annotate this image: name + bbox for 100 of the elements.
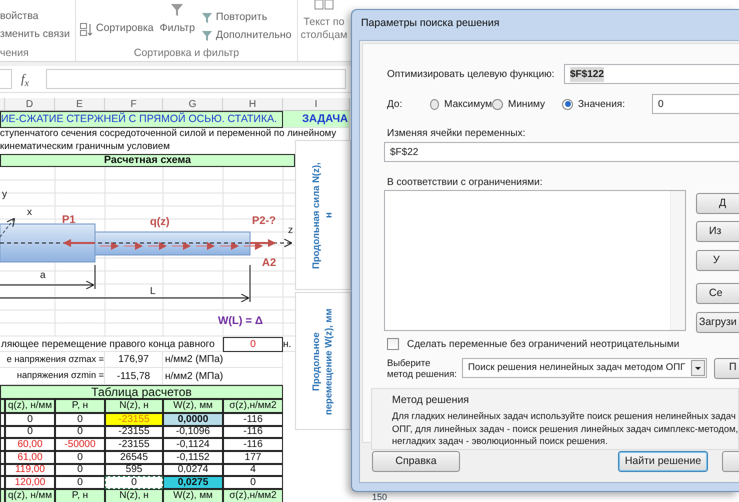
table-cell: 595 (105, 464, 163, 476)
table-cell: 60,00 (5, 438, 55, 451)
ribbon-item[interactable]: Дополнительно (216, 28, 292, 44)
name-box[interactable] (0, 69, 12, 89)
side-button[interactable]: Из (696, 221, 739, 242)
table-cell: 0 (5, 413, 55, 426)
field-label: До: (387, 98, 404, 112)
column-heading: N(z), н (105, 488, 163, 502)
filter-icon (200, 30, 213, 42)
side-button[interactable]: Се (696, 283, 739, 304)
radio-label[interactable]: Значения: (578, 96, 625, 112)
description-line: Для гладких нелинейных задач используйте поиск решения нелинейных задач (392, 410, 737, 423)
group-title: Метод решения (392, 394, 470, 406)
scheme-label: W(L) = Δ (218, 315, 263, 327)
table-cell: -23155 (105, 438, 163, 451)
column-header[interactable]: I (283, 98, 350, 110)
description-line: ОПГ, для линейных задач - поиск решения линейных задач симплекс-методом, (392, 422, 738, 435)
table-cell: -0,1152 (163, 450, 223, 464)
scheme-label: q(z) (150, 216, 170, 228)
table-cell: 0 (55, 413, 105, 426)
text-to-columns-button[interactable]: Текст по столбцам (300, 16, 348, 42)
result-value: 176,97 (105, 352, 163, 368)
table-cell: 0,0000 (163, 413, 223, 426)
column-header[interactable]: G (163, 98, 223, 110)
axis-tick-label: 150 (372, 492, 388, 502)
scheme-label: a (40, 270, 46, 281)
side-button[interactable]: У (696, 250, 739, 271)
function-button[interactable]: f$_{x}$ (12, 69, 38, 89)
table-cell: 0 (223, 476, 283, 489)
axis-title: Продольная сила N(z), н (310, 160, 335, 270)
column-header[interactable]: F (105, 98, 163, 110)
scheme-label: A2 (262, 257, 276, 269)
column-heading: P, н (55, 399, 105, 413)
side-button[interactable]: Загрузи (696, 312, 739, 333)
scheme-label: P2-? (252, 215, 276, 227)
radio-label[interactable]: Максимум (444, 96, 492, 112)
result-value: 0 (223, 337, 283, 352)
result-label: ляющее перемещение правого конца равного (0, 337, 223, 352)
column-header[interactable]: E (55, 98, 105, 110)
reapply-icon (200, 12, 213, 24)
field-label: В соответствии с ограничениями: (387, 176, 544, 189)
table-cell: 26545 (105, 450, 163, 464)
checkbox[interactable] (387, 338, 399, 350)
scheme-title: Расчетная схема (0, 154, 295, 167)
table-cell: -23155 (105, 413, 163, 426)
value-field[interactable]: 0 (652, 94, 739, 114)
table-cell: 0 (55, 476, 105, 489)
checkbox-label[interactable]: Сделать переменные без ограничений неотрицательными (407, 336, 680, 352)
solve-button[interactable]: Найти решение (618, 451, 708, 472)
ribbon-item[interactable]: зменить связи (0, 27, 70, 43)
variables-field[interactable]: $F$22 (384, 142, 739, 162)
column-header[interactable]: D (5, 98, 55, 110)
table-cell: 0 (55, 464, 105, 476)
column-heading: W(z), мм (163, 399, 223, 413)
filter-button[interactable]: Фильтр (160, 21, 195, 37)
options-button[interactable]: П (714, 358, 739, 378)
field-label: Оптимизировать целевую функцию: (387, 68, 556, 82)
field-label: Изменяя ячейки переменных: (387, 127, 526, 140)
filter-icon (170, 4, 184, 17)
radio-button[interactable] (430, 98, 440, 110)
column-heading: q(z), н/мм (5, 488, 55, 502)
scheme-label: z (288, 225, 293, 236)
table-cell: 119,00 (5, 464, 55, 476)
dialog-title: Параметры поиска решения (360, 16, 500, 31)
scrollbar[interactable] (670, 191, 685, 330)
task-heading: ЗАДАЧА (283, 111, 350, 128)
ribbon-item[interactable]: Повторить (216, 10, 268, 26)
radio-button[interactable] (492, 98, 503, 110)
formula-input[interactable] (46, 69, 346, 89)
column-heading: N(z), н (105, 399, 163, 413)
radio-label[interactable]: Миниму (508, 96, 546, 112)
column-heading: P, н (55, 488, 105, 502)
table-cell: 0 (55, 450, 105, 464)
column-heading: W(z), мм (163, 488, 223, 502)
dialog-button[interactable] (722, 451, 739, 472)
radio-button[interactable] (562, 98, 573, 110)
table-cell: -23155 (105, 426, 163, 438)
columns-icon (314, 0, 334, 10)
constraints-list[interactable] (384, 190, 686, 331)
side-button[interactable]: Д (696, 193, 739, 214)
dropdown-icon (691, 360, 705, 376)
scheme-label: L (150, 286, 156, 297)
column-heading: σ(z),н/мм2 (223, 399, 283, 413)
scheme-label: y (2, 189, 7, 200)
table-cell: -0,1096 (163, 426, 223, 438)
scheme-label: x (27, 207, 32, 218)
table-cell: 177 (223, 450, 283, 464)
column-heading: σ(z),н/мм2 (223, 488, 283, 502)
method-select[interactable]: Поиск решения нелинейных задач методом ОПГ (462, 358, 707, 378)
ribbon-item[interactable]: войства (0, 9, 39, 25)
table-cell: -50000 (55, 438, 105, 451)
table-cell: -0,1124 (163, 438, 223, 451)
table-cell: 4 (223, 464, 283, 476)
table-cell: -116 (223, 426, 283, 438)
column-heading: q(z), н/мм (5, 399, 55, 413)
sort-button[interactable]: Сортировка (96, 21, 154, 37)
table-cell: 0 (55, 426, 105, 438)
objective-field[interactable]: $F$122 (564, 64, 739, 84)
help-button[interactable]: Справка (372, 451, 460, 472)
column-header[interactable]: H (223, 98, 283, 110)
